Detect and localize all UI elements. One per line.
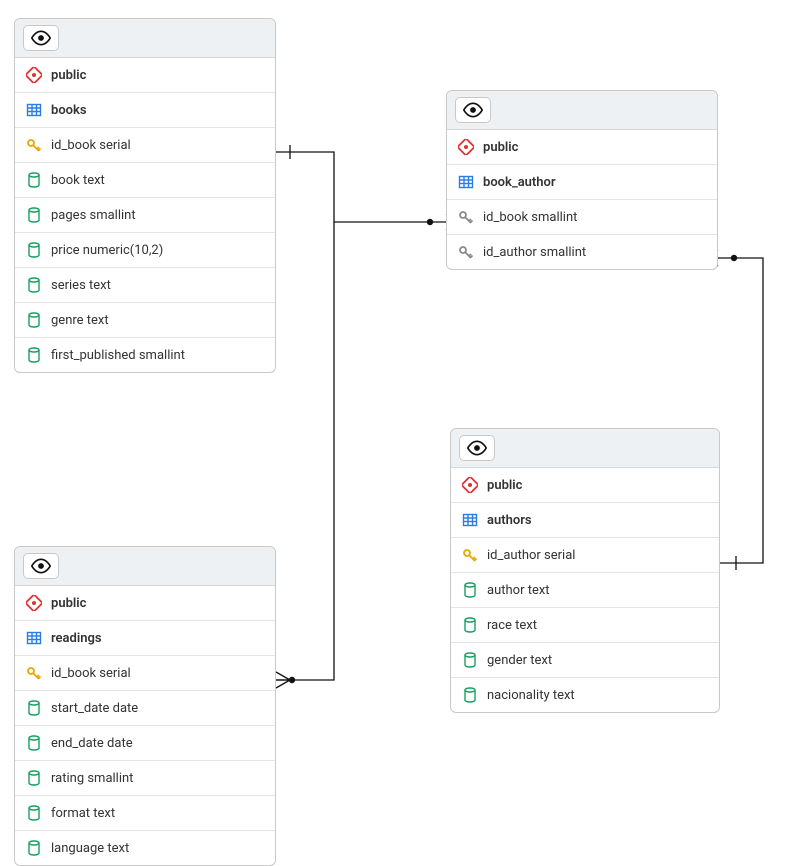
column-icon (25, 311, 43, 329)
column-icon (25, 734, 43, 752)
column-icon (25, 839, 43, 857)
column-row: price numeric(10,2) (15, 233, 275, 268)
column-row: id_book smallint (447, 200, 717, 235)
table-icon (25, 101, 43, 119)
column-row: language text (15, 831, 275, 865)
column-row: first_published smallint (15, 338, 275, 372)
table-name: authors (487, 513, 532, 528)
column-row: id_book serial (15, 128, 275, 163)
column-label: id_book smallint (483, 210, 577, 225)
column-icon (461, 686, 479, 704)
connector-books-to-book_author (276, 152, 446, 222)
schema-row: public (15, 586, 275, 621)
column-label: id_author serial (487, 548, 575, 563)
connector-books-to-readings (276, 222, 334, 680)
column-row: series text (15, 268, 275, 303)
column-label: format text (51, 806, 115, 821)
column-row: gender text (451, 643, 719, 678)
key-icon (25, 664, 43, 682)
schema-row: public (451, 468, 719, 503)
column-row: book text (15, 163, 275, 198)
table-header (15, 547, 275, 586)
column-label: race text (487, 618, 537, 633)
column-row: race text (451, 608, 719, 643)
column-row: nacionality text (451, 678, 719, 712)
column-label: id_author smallint (483, 245, 586, 260)
column-label: price numeric(10,2) (51, 243, 163, 258)
column-icon (25, 241, 43, 259)
column-label: first_published smallint (51, 348, 185, 363)
table-icon (25, 629, 43, 647)
table-name-row: readings (15, 621, 275, 656)
fk-icon (457, 208, 475, 226)
table-icon (461, 511, 479, 529)
column-icon (25, 276, 43, 294)
column-label: start_date date (51, 701, 138, 716)
column-label: gender text (487, 653, 552, 668)
table-books[interactable]: public books id_book serial book text pages … (14, 18, 276, 373)
column-label: series text (51, 278, 111, 293)
column-row: genre text (15, 303, 275, 338)
eye-icon[interactable] (459, 435, 495, 461)
schema-icon (25, 66, 43, 84)
table-header (447, 91, 717, 130)
table-name-row: books (15, 93, 275, 128)
column-label: rating smallint (51, 771, 133, 786)
table-authors[interactable]: public authors id_author serial author text… (450, 428, 720, 713)
column-label: nacionality text (487, 688, 575, 703)
table-name: book_author (483, 175, 556, 190)
column-label: book text (51, 173, 105, 188)
schema-icon (25, 594, 43, 612)
table-book_author[interactable]: public book_author id_book smallint id_auth… (446, 90, 718, 270)
schema-icon (457, 138, 475, 156)
column-label: author text (487, 583, 550, 598)
column-icon (25, 769, 43, 787)
column-icon (461, 581, 479, 599)
column-label: id_book serial (51, 138, 131, 153)
fk-icon (457, 243, 475, 261)
column-label: pages smallint (51, 208, 136, 223)
column-row: format text (15, 796, 275, 831)
column-icon (25, 699, 43, 717)
eye-icon[interactable] (23, 553, 59, 579)
column-row: pages smallint (15, 198, 275, 233)
table-name-row: authors (451, 503, 719, 538)
column-label: genre text (51, 313, 109, 328)
column-row: author text (451, 573, 719, 608)
column-icon (25, 206, 43, 224)
table-name: books (51, 103, 87, 118)
key-icon (461, 546, 479, 564)
eye-icon[interactable] (23, 25, 59, 51)
column-row: end_date date (15, 726, 275, 761)
connector-book_author-to-authors (718, 258, 763, 563)
schema-name: public (51, 596, 86, 611)
schema-name: public (487, 478, 522, 493)
column-row: id_author serial (451, 538, 719, 573)
column-icon (461, 651, 479, 669)
eye-icon[interactable] (455, 97, 491, 123)
column-icon (25, 346, 43, 364)
key-icon (25, 136, 43, 154)
column-icon (25, 171, 43, 189)
column-row: rating smallint (15, 761, 275, 796)
column-icon (461, 616, 479, 634)
schema-name: public (51, 68, 86, 83)
column-icon (25, 804, 43, 822)
column-row: id_book serial (15, 656, 275, 691)
table-name-row: book_author (447, 165, 717, 200)
column-label: end_date date (51, 736, 133, 751)
table-icon (457, 173, 475, 191)
schema-name: public (483, 140, 518, 155)
column-label: id_book serial (51, 666, 131, 681)
table-header (15, 19, 275, 58)
schema-icon (461, 476, 479, 494)
schema-row: public (447, 130, 717, 165)
erd-canvas: public books id_book serial book text pages … (0, 0, 796, 843)
table-name: readings (51, 631, 102, 646)
schema-row: public (15, 58, 275, 93)
column-row: start_date date (15, 691, 275, 726)
column-row: id_author smallint (447, 235, 717, 269)
table-header (451, 429, 719, 468)
table-readings[interactable]: public readings id_book serial start_date d… (14, 546, 276, 866)
